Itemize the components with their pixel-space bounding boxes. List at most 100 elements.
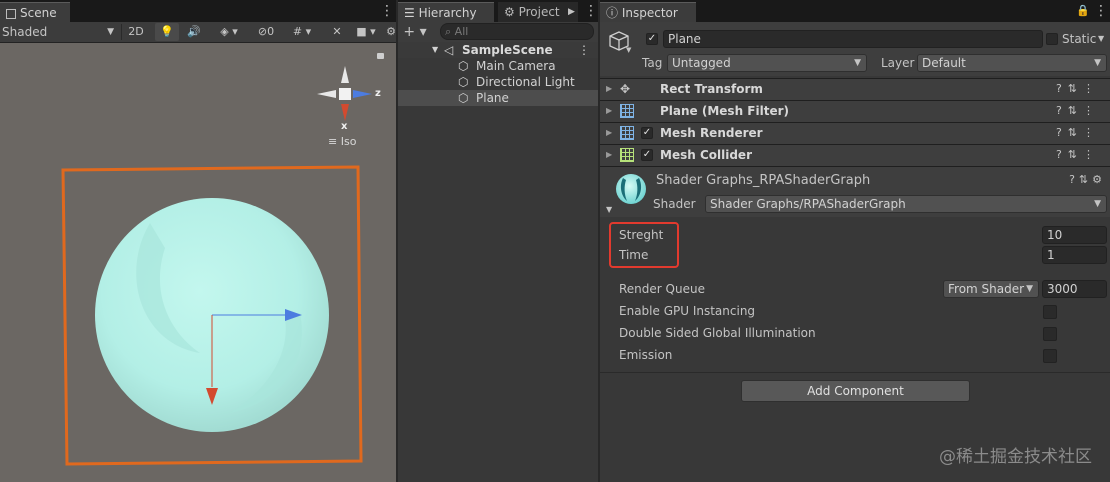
hierarchy-search-input[interactable]: ⌕ All [440, 23, 594, 40]
unity-scene-icon: ◁ [444, 43, 454, 57]
layer-dropdown[interactable]: Default ▼ [917, 54, 1107, 72]
scene-viewport[interactable]: z x ≡ Iso [0, 43, 396, 482]
chevron-down-icon: ▼ [1094, 199, 1101, 209]
component-actions-icon[interactable]: ?⇅⋮ [1056, 82, 1100, 95]
material-actions-icon[interactable]: ?⇅⚙ [1069, 173, 1106, 186]
property-field-streght[interactable]: 10 [1042, 226, 1107, 244]
hierarchy-menu-icon[interactable]: ⋮ [584, 4, 598, 18]
foldout-arrow-icon[interactable]: ▼ [606, 205, 612, 214]
scene-name-label: SampleScene [462, 43, 553, 57]
gizmos-icon[interactable]: ⚙ [384, 23, 396, 41]
component-mesh-filter[interactable]: ▶ Plane (Mesh Filter) ?⇅⋮ [600, 100, 1110, 122]
foldout-arrow-icon[interactable]: ▶ [606, 106, 612, 115]
search-icon: ⌕ [445, 25, 455, 38]
add-component-button[interactable]: Add Component [741, 380, 970, 402]
render-queue-mode-dropdown[interactable]: From Shader ▼ [943, 280, 1039, 298]
shading-mode-dropdown[interactable]: Shaded ▼ [0, 23, 118, 41]
foldout-arrow-icon: ▼ [432, 45, 439, 54]
scene-objects[interactable] [0, 43, 396, 482]
effects-dropdown-icon[interactable]: ◈ ▾ [209, 23, 249, 41]
static-dropdown-icon[interactable]: ▼ [1098, 34, 1104, 43]
hierarchy-tab-label: Hierarchy [418, 6, 477, 20]
rect-transform-icon: ✥ [620, 82, 631, 96]
render-queue-field[interactable]: 3000 [1042, 280, 1107, 298]
tab-overflow-icon[interactable]: ▶ [568, 5, 575, 19]
inspector-panel: ⓘ Inspector 🔒 ⋮ ▼ ✓ Plane Static ▼ Tag U… [600, 0, 1110, 482]
component-mesh-renderer[interactable]: ▶ ✓ Mesh Renderer ?⇅⋮ [600, 122, 1110, 144]
inspector-menu-icon[interactable]: ⋮ [1094, 4, 1108, 18]
render-queue-mode-value: From Shader [948, 282, 1025, 296]
component-rect-transform[interactable]: ▶ ✥ Rect Transform ?⇅⋮ [600, 78, 1110, 100]
static-checkbox[interactable] [1046, 33, 1058, 45]
scene-toolbar: Shaded ▼ 2D 💡 🔊 ◈ ▾ ⊘0 # ▾ ✕ ■ ▾ ⚙ [0, 22, 396, 43]
list-item[interactable]: ⬡ Main Camera [398, 58, 598, 74]
component-mesh-collider[interactable]: ▶ ✓ Mesh Collider ?⇅⋮ [600, 144, 1110, 166]
foldout-arrow-icon[interactable]: ▶ [606, 84, 612, 93]
tools-icon[interactable]: ✕ [326, 23, 348, 41]
emission-checkbox[interactable] [1043, 349, 1057, 363]
tag-dropdown[interactable]: Untagged ▼ [667, 54, 867, 72]
chevron-down-icon[interactable]: ▼ [626, 46, 631, 54]
shader-dropdown[interactable]: Shader Graphs/RPAShaderGraph ▼ [705, 195, 1107, 213]
inspector-tab-label: Inspector [621, 6, 678, 20]
component-actions-icon[interactable]: ?⇅⋮ [1056, 126, 1100, 139]
hidden-objects-icon[interactable]: ⊘0 [251, 23, 281, 41]
camera-icon[interactable]: ■ ▾ [352, 23, 380, 41]
tab-inspector[interactable]: ⓘ Inspector [600, 2, 696, 22]
active-checkbox[interactable]: ✓ [646, 33, 658, 45]
material-properties: Streght 10 Time 1 Render Queue From Shad… [600, 217, 1110, 482]
search-placeholder: All [454, 25, 469, 38]
material-section: ▼ Shader Graphs_RPAShaderGraph ?⇅⚙ Shade… [600, 166, 1110, 217]
property-field-time[interactable]: 1 [1042, 246, 1107, 264]
scene-panel: Scene ⋮ Shaded ▼ 2D 💡 🔊 ◈ ▾ ⊘0 # ▾ ✕ ■ ▾… [0, 0, 396, 482]
inspector-tabbar: ⓘ Inspector 🔒 ⋮ [600, 0, 1110, 22]
scene-root-row[interactable]: ▼ ◁ SampleScene ⋮ [398, 42, 598, 58]
material-preview-icon [616, 174, 646, 204]
static-label: Static [1062, 32, 1097, 46]
tag-value: Untagged [672, 56, 731, 70]
material-name: Shader Graphs_RPAShaderGraph [656, 173, 871, 188]
component-actions-icon[interactable]: ?⇅⋮ [1056, 104, 1100, 117]
hierarchy-tabbar: ☰ Hierarchy ⚙ Project ▶ ⋮ [398, 0, 598, 22]
toolbar-divider [121, 24, 122, 40]
tag-label: Tag [642, 56, 663, 70]
tab-scene[interactable]: Scene [0, 2, 70, 22]
scene-tab-label: Scene [20, 6, 57, 20]
scene-menu-icon[interactable]: ⋮ [380, 4, 394, 18]
foldout-arrow-icon[interactable]: ▶ [606, 128, 612, 137]
hierarchy-icon: ☰ [404, 6, 419, 20]
component-enabled-checkbox[interactable]: ✓ [641, 127, 653, 139]
watermark: @稀土掘金技术社区 [939, 447, 1092, 467]
list-item-label: Directional Light [476, 75, 575, 89]
audio-toggle-icon[interactable]: 🔊 [182, 23, 206, 41]
info-icon: ⓘ [606, 6, 622, 20]
component-title: Rect Transform [660, 82, 763, 96]
foldout-arrow-icon[interactable]: ▶ [606, 150, 612, 159]
tab-hierarchy[interactable]: ☰ Hierarchy [398, 2, 494, 22]
mesh-renderer-icon [620, 126, 634, 140]
lighting-toggle-icon[interactable]: 💡 [155, 23, 179, 41]
add-object-button[interactable]: + ▾ [400, 23, 430, 41]
list-item-label: Main Camera [476, 59, 556, 73]
property-label-streght: Streght [619, 228, 664, 242]
lock-icon[interactable]: 🔒 [1076, 4, 1090, 18]
gear-icon: ⚙ [504, 5, 519, 19]
tab-project[interactable]: ⚙ Project [498, 2, 578, 22]
component-enabled-checkbox[interactable]: ✓ [641, 149, 653, 161]
layer-value: Default [922, 56, 966, 70]
double-sided-gi-checkbox[interactable] [1043, 327, 1057, 341]
component-title: Plane (Mesh Filter) [660, 104, 789, 118]
project-tab-label: Project [518, 5, 560, 19]
list-item-selected[interactable]: ⬡ Plane [398, 90, 598, 106]
component-actions-icon[interactable]: ?⇅⋮ [1056, 148, 1100, 161]
object-name-field[interactable]: Plane [663, 30, 1043, 48]
hierarchy-panel: ☰ Hierarchy ⚙ Project ▶ ⋮ + ▾ ⌕ All ▼ ◁ … [398, 0, 598, 482]
gpu-instancing-checkbox[interactable] [1043, 305, 1057, 319]
scene-menu-icon[interactable]: ⋮ [578, 42, 590, 58]
gameobject-icon: ⬡ [458, 75, 469, 89]
list-item[interactable]: ⬡ Directional Light [398, 74, 598, 90]
chevron-down-icon: ▼ [1094, 58, 1101, 68]
toggle-2d-button[interactable]: 2D [125, 23, 147, 41]
hierarchy-toolbar: + ▾ ⌕ All [398, 22, 598, 43]
grid-snap-icon[interactable]: # ▾ [285, 23, 319, 41]
